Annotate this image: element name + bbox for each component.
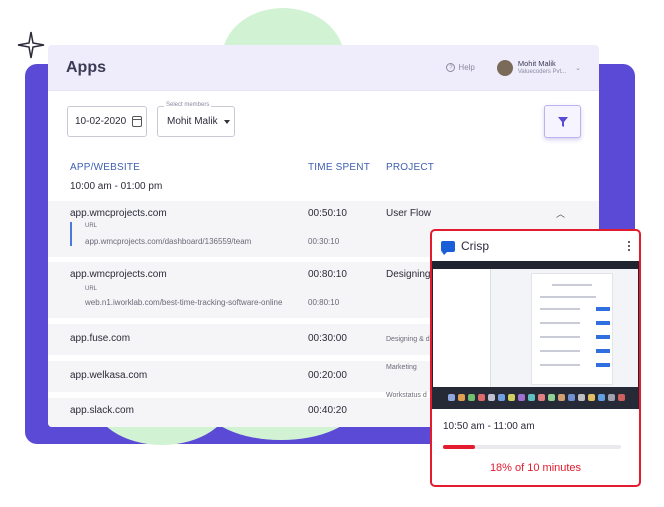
row-url-time: 00:80:10 [308,298,340,307]
row-app: app.welkasa.com [70,370,148,381]
row-time: 00:50:10 [308,208,347,219]
user-name: Mohit Malik [517,58,556,68]
row-project: Marketing [386,364,417,371]
kebab-menu-icon[interactable] [628,241,630,251]
crisp-card-header: Crisp [432,231,639,261]
column-header-app[interactable]: APP/WEBSITE [70,162,140,173]
row-project: Designing & d [386,336,430,343]
row-app: app.wmcprojects.com [70,269,167,280]
activity-progress-fill [443,445,476,449]
user-org: Valuecoders Pvt... [517,68,567,75]
avatar [496,59,513,76]
user-menu[interactable]: Mohit Malik Valuecoders Pvt... ⌄ [496,58,581,77]
column-header-project[interactable]: PROJECT [386,162,434,173]
row-app: app.slack.com [70,405,134,416]
crisp-time-range: 10:50 am - 11:00 am [443,421,535,432]
row-url-time: 00:30:10 [308,237,340,246]
row-project: User Flow [386,208,432,219]
filter-icon [557,116,568,127]
crisp-title: Crisp [461,239,490,253]
chevron-up-icon[interactable]: ︿ [556,207,565,220]
row-time: 00:40:20 [308,405,347,416]
help-label: Help [458,63,475,72]
row-project: Workstatus d [386,392,427,399]
member-value: Mohit Malik [167,116,218,127]
row-time: 00:20:00 [308,370,347,381]
row-project: Designing [386,269,431,280]
member-select[interactable]: Select members Mohit Malik [157,102,235,137]
url-label: URL [85,223,98,229]
row-url[interactable]: app.wmcprojects.com/dashboard/136559/tea… [85,237,251,246]
help-link[interactable]: ? Help [446,63,475,72]
row-app: app.fuse.com [70,333,131,344]
chevron-down-icon: ⌄ [575,64,581,72]
row-time: 00:30:00 [308,333,347,344]
caret-down-icon [223,119,230,124]
crisp-logo-icon [441,240,455,255]
screenshot-sidebar [433,269,491,387]
screenshot-card [531,273,613,385]
filter-button[interactable] [544,105,581,138]
crisp-activity-card[interactable]: Crisp 10:50 am - 11:00 am 18% of 10 minu… [430,229,641,487]
help-icon: ? [446,63,456,72]
sparkle-icon [17,31,45,59]
window-header: Apps ? Help Mohit Malik Valuecoders Pvt.… [48,45,599,91]
screenshot-content [433,269,638,387]
screenshot-dock [432,387,639,409]
column-header-time[interactable]: TIME SPENT [308,162,370,173]
url-indicator [70,222,72,246]
time-range-label: 10:00 am - 01:00 pm [70,181,163,192]
activity-progress-bar [443,445,621,449]
screenshot-thumbnail[interactable] [432,261,639,409]
date-picker[interactable]: 10-02-2020 [67,106,147,137]
calendar-icon [132,116,143,127]
row-url[interactable]: web.n1.iworklab.com/best-time-tracking-s… [85,298,282,307]
row-app: app.wmcprojects.com [70,208,167,219]
url-label: URL [85,286,98,292]
activity-progress-label: 18% of 10 minutes [489,462,582,474]
date-value: 10-02-2020 [75,116,127,127]
row-time: 00:80:10 [308,269,347,280]
page-title: Apps [66,58,106,76]
member-select-label: Select members [164,102,212,108]
